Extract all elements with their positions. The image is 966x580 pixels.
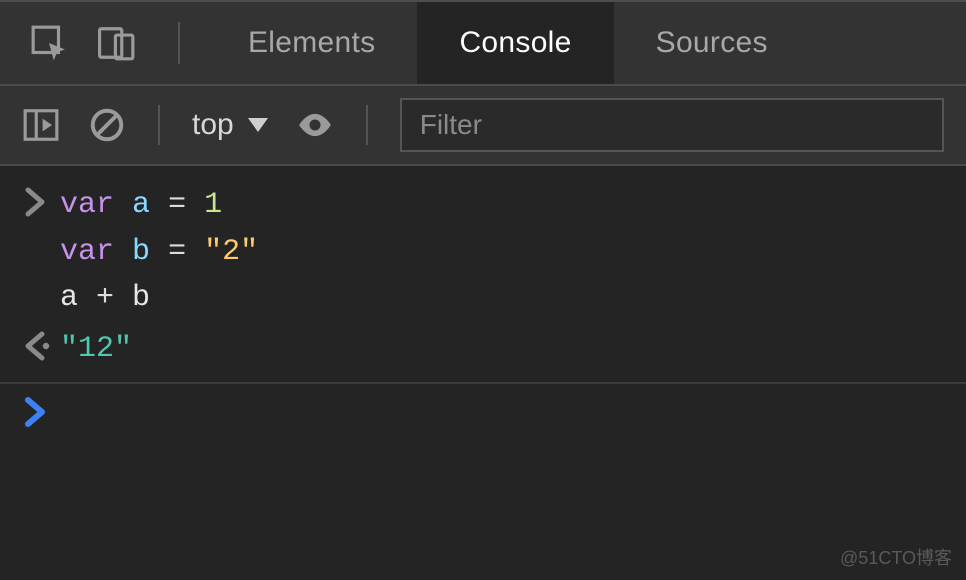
result-indicator-icon [20, 326, 60, 373]
code-token [114, 188, 132, 222]
toolbar-separator [158, 105, 160, 145]
tabbar-tools [0, 2, 206, 84]
code-token: var [60, 235, 114, 269]
code-token: a [60, 281, 96, 315]
watermark: @51CTO博客 [840, 544, 952, 570]
console-prompt-row[interactable] [0, 390, 966, 441]
clear-console-icon[interactable] [88, 106, 126, 144]
toolbar-separator [366, 105, 368, 145]
console-input-row: var a = 1 var b = "2" a + b [0, 180, 966, 324]
console-output: var a = 1 var b = "2" a + b "12" [0, 166, 966, 441]
console-input-code[interactable]: var a = 1 var b = "2" a + b [60, 182, 966, 322]
tab-sources[interactable]: Sources [614, 2, 810, 84]
console-toolbar: top [0, 86, 966, 166]
context-selector[interactable]: top [192, 108, 268, 142]
chevron-down-icon [248, 118, 268, 132]
filter-field[interactable] [400, 98, 944, 152]
code-token [186, 235, 204, 269]
code-token [114, 235, 132, 269]
devtools-tabbar: Elements Console Sources [0, 0, 966, 86]
code-token: b [132, 235, 150, 269]
console-prompt-input[interactable] [60, 392, 966, 439]
code-token: a [132, 188, 150, 222]
filter-input[interactable] [420, 109, 924, 141]
code-token: = [168, 235, 186, 269]
code-token: + [96, 281, 114, 315]
code-token [150, 188, 168, 222]
console-result-row: "12" [0, 324, 966, 385]
code-token [150, 235, 168, 269]
code-token: b [114, 281, 150, 315]
tab-elements[interactable]: Elements [206, 2, 417, 84]
prompt-icon [20, 392, 60, 439]
code-token: "2" [204, 235, 258, 269]
live-expression-icon[interactable] [296, 106, 334, 144]
device-toggle-icon[interactable] [98, 24, 136, 62]
input-prompt-icon [20, 182, 60, 322]
code-token: = [168, 188, 186, 222]
console-result-value: "12" [60, 326, 966, 373]
sidebar-toggle-icon[interactable] [22, 106, 60, 144]
context-selector-label: top [192, 108, 234, 142]
tab-console[interactable]: Console [417, 2, 613, 84]
code-token [186, 188, 204, 222]
code-token: 1 [204, 188, 222, 222]
panel-tabs: Elements Console Sources [206, 2, 966, 84]
code-token: var [60, 188, 114, 222]
inspect-icon[interactable] [30, 24, 68, 62]
